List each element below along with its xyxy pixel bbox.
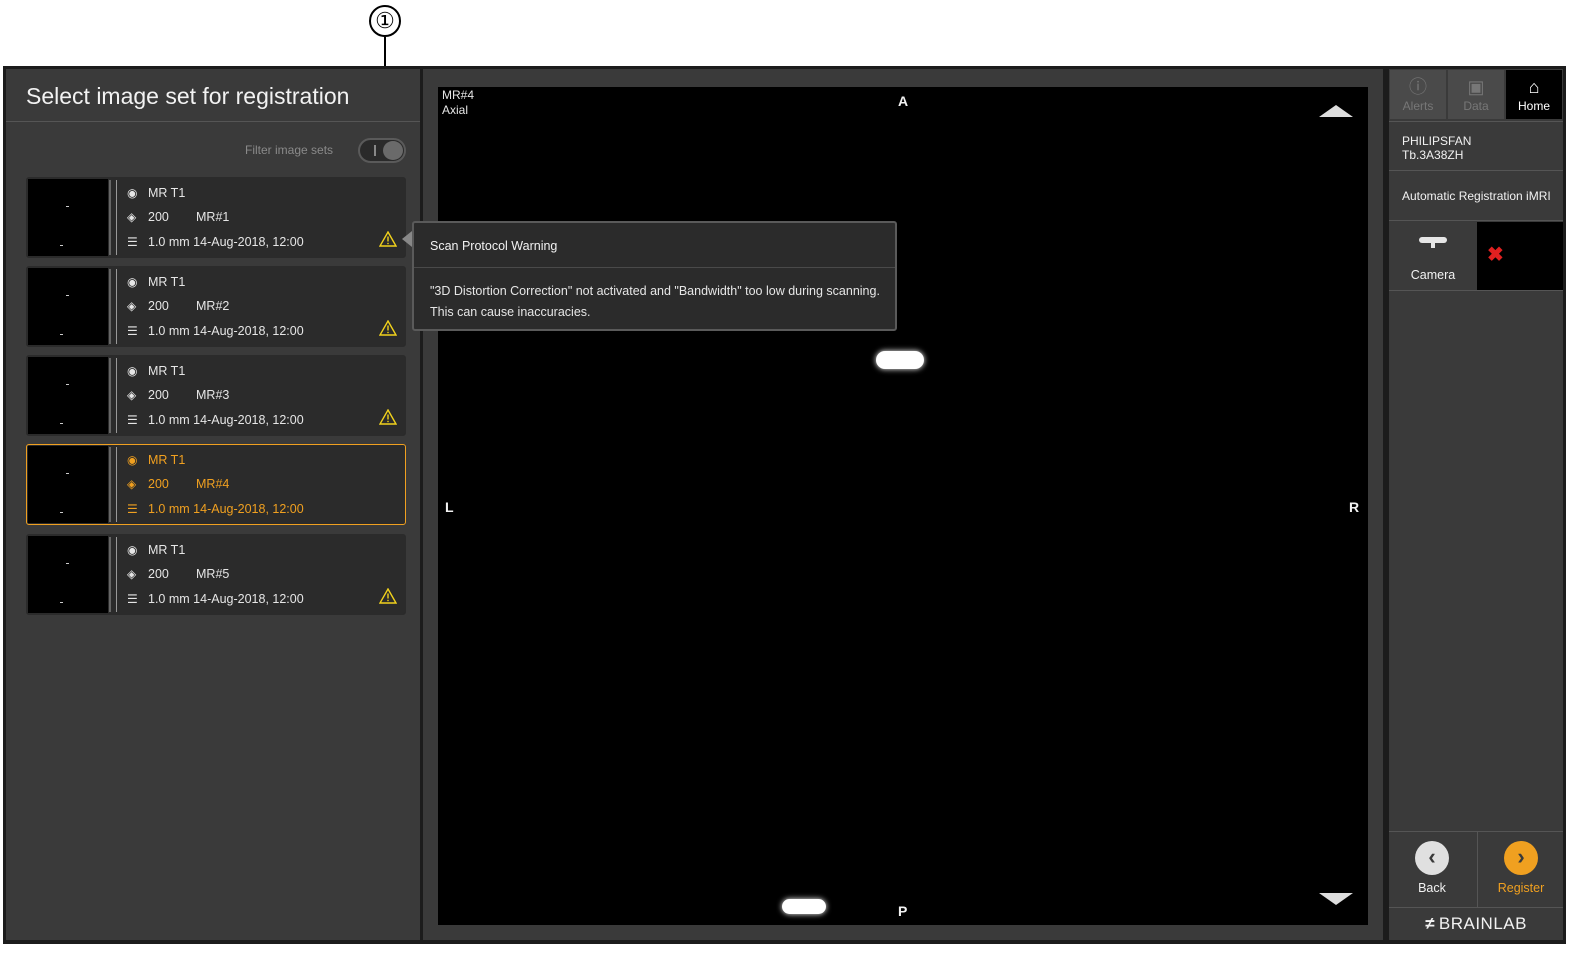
orientation-right: R <box>1349 499 1360 515</box>
register-button[interactable]: › Register <box>1477 831 1563 907</box>
modality-row: ◉ MR T1 <box>127 543 186 557</box>
modality-row: ◉ MR T1 <box>127 186 186 200</box>
orientation-posterior: P <box>898 903 908 919</box>
lines-icon: ☰ <box>127 592 138 606</box>
image-set-card-mr1[interactable]: ◉ MR T1 ◈ 200 MR#1 ☰ 1.0 mm 14-Aug-2018, 12:… <box>26 177 406 258</box>
layers-icon: ◈ <box>127 567 137 581</box>
patient-data-icon: ▣ <box>1467 77 1485 97</box>
panel-title: Select image set for registration <box>26 83 350 109</box>
camera-status: ✖ <box>1477 222 1563 290</box>
mr-scanner-icon: ◉ <box>127 364 138 378</box>
stack-edge <box>109 180 117 255</box>
layers-icon: ◈ <box>127 477 137 491</box>
lines-icon: ☰ <box>127 235 138 249</box>
toggle-knob <box>383 141 403 160</box>
navigation-footer: ‹ Back › Register ≠ BRAINLAB <box>1389 831 1563 940</box>
brainlab-logo-icon: ≠ <box>1425 914 1435 933</box>
stack-edge <box>109 358 117 433</box>
image-viewer[interactable]: MR#4 Axial A P L R <box>438 87 1368 925</box>
tab-data[interactable]: ▣ Data <box>1448 70 1504 119</box>
image-marker <box>876 351 924 369</box>
orientation-anterior: A <box>898 93 909 109</box>
slices-row: ◈ 200 MR#5 <box>127 567 230 581</box>
layers-icon: ◈ <box>127 299 137 313</box>
red-x-icon: ✖ <box>1487 244 1504 266</box>
chevron-left-icon: ‹ <box>1415 841 1449 875</box>
mr-scanner-icon: ◉ <box>127 543 138 557</box>
image-set-card-mr3[interactable]: ◉ MR T1 ◈ 200 MR#3 ☰ 1.0 mm 14-Aug-2018, 12:… <box>26 355 406 436</box>
back-button[interactable]: ‹ Back <box>1389 831 1475 907</box>
image-set-thumbnail <box>28 357 108 434</box>
app-window: Select image set for registration Filter… <box>3 66 1566 944</box>
chevron-right-icon: › <box>1504 841 1538 875</box>
slice-down-arrow-icon[interactable] <box>1319 893 1353 905</box>
mr-scanner-icon: ◉ <box>127 186 138 200</box>
divider <box>6 121 420 122</box>
image-set-thumbnail <box>28 536 108 613</box>
info-icon: ⓘ <box>1409 77 1427 97</box>
image-set-card-mr4[interactable]: ◉ MR T1 ◈ 200 MR#4 ☰ 1.0 mm 14-Aug-2018, 12:… <box>26 444 406 525</box>
stack-edge <box>109 537 117 612</box>
warning-icon[interactable] <box>379 320 397 336</box>
mr-scanner-icon: ◉ <box>127 275 138 289</box>
thickness-row: ☰ 1.0 mm 14-Aug-2018, 12:00 <box>127 502 304 516</box>
lines-icon: ☰ <box>127 324 138 338</box>
warning-icon[interactable] <box>379 588 397 604</box>
thickness-row: ☰ 1.0 mm 14-Aug-2018, 12:00 <box>127 235 304 249</box>
layers-icon: ◈ <box>127 388 137 402</box>
divider <box>414 267 895 268</box>
slice-up-arrow-icon[interactable] <box>1319 105 1353 117</box>
divider <box>1389 170 1563 171</box>
image-set-panel: Select image set for registration Filter… <box>6 69 420 940</box>
image-set-thumbnail <box>28 446 108 523</box>
thickness-row: ☰ 1.0 mm 14-Aug-2018, 12:00 <box>127 592 304 606</box>
image-set-thumbnail <box>28 268 108 345</box>
tab-alerts[interactable]: ⓘ Alerts <box>1390 70 1446 119</box>
stack-edge <box>109 269 117 344</box>
slices-row: ◈ 200 MR#1 <box>127 210 230 224</box>
warning-icon[interactable] <box>379 231 397 247</box>
brand-logo: ≠ BRAINLAB <box>1389 907 1563 940</box>
callout-number: ① <box>369 5 401 37</box>
filter-toggle[interactable] <box>358 138 406 163</box>
home-icon: ⌂ <box>1528 77 1540 97</box>
image-set-card-mr2[interactable]: ◉ MR T1 ◈ 200 MR#2 ☰ 1.0 mm 14-Aug-2018, 12:… <box>26 266 406 347</box>
divider <box>1389 290 1563 291</box>
orientation-left: L <box>445 499 454 515</box>
toggle-on-mark <box>374 145 376 156</box>
patient-info[interactable]: PHILIPSFAN Tb.3A38ZH <box>1402 134 1471 162</box>
image-set-thumbnail <box>28 179 108 256</box>
modality-row: ◉ MR T1 <box>127 275 186 289</box>
slices-row: ◈ 200 MR#2 <box>127 299 230 313</box>
right-sidebar: ⓘ Alerts ▣ Data ⌂ Home PHILIPSFAN Tb.3A3… <box>1389 69 1563 940</box>
camera-button[interactable]: Camera <box>1389 222 1477 290</box>
modality-row: ◉ MR T1 <box>127 453 186 467</box>
warning-icon[interactable] <box>379 409 397 425</box>
tab-home[interactable]: ⌂ Home <box>1506 70 1562 119</box>
slices-row: ◈ 200 MR#4 <box>127 477 230 491</box>
image-viewer-frame: MR#4 Axial A P L R <box>423 69 1383 940</box>
lines-icon: ☰ <box>127 502 138 516</box>
filter-label: Filter image sets <box>245 143 334 157</box>
mr-scanner-icon: ◉ <box>127 453 138 467</box>
scan-protocol-warning-tooltip: Scan Protocol Warning "3D Distortion Cor… <box>402 221 897 331</box>
slices-row: ◈ 200 MR#3 <box>127 388 230 402</box>
series-name: MR#4 <box>442 88 475 102</box>
layers-icon: ◈ <box>127 210 137 224</box>
modality-row: ◉ MR T1 <box>127 364 186 378</box>
viewer-label: MR#4 Axial <box>442 88 474 118</box>
thickness-row: ☰ 1.0 mm 14-Aug-2018, 12:00 <box>127 413 304 427</box>
tooltip-body: "3D Distortion Correction" not activated… <box>430 284 880 319</box>
divider <box>1389 220 1563 221</box>
workflow-name: Automatic Registration iMRI <box>1402 189 1551 203</box>
divider <box>1389 121 1563 122</box>
stack-edge <box>109 447 117 522</box>
view-name: Axial <box>442 103 469 117</box>
tooltip-title: Scan Protocol Warning <box>430 239 558 253</box>
lines-icon: ☰ <box>127 413 138 427</box>
thickness-row: ☰ 1.0 mm 14-Aug-2018, 12:00 <box>127 324 304 338</box>
camera-icon <box>1419 237 1447 248</box>
image-marker <box>782 899 826 914</box>
image-set-card-mr5[interactable]: ◉ MR T1 ◈ 200 MR#5 ☰ 1.0 mm 14-Aug-2018, 12:… <box>26 534 406 615</box>
